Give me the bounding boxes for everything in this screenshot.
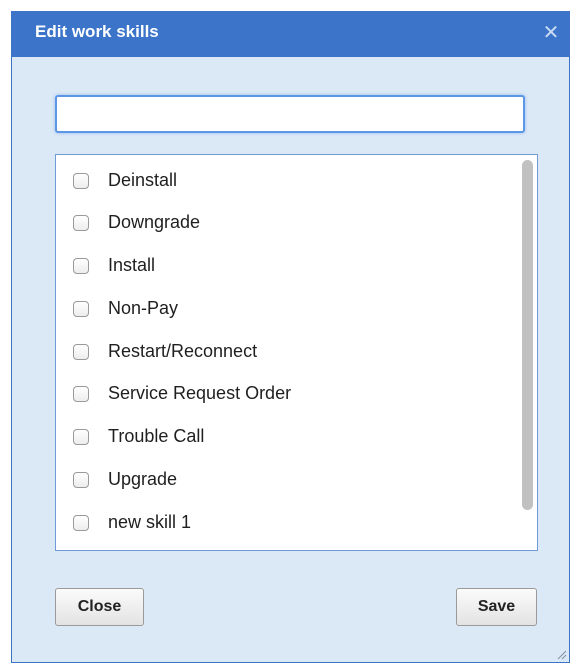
close-icon[interactable]: ✕ [541, 22, 561, 42]
save-button[interactable]: Save [456, 588, 537, 626]
resize-grip-icon[interactable] [555, 648, 567, 660]
dialog-titlebar[interactable]: Edit work skills ✕ [12, 12, 569, 57]
skill-checkbox[interactable] [73, 215, 89, 231]
skill-item-install[interactable]: Install [56, 252, 517, 282]
skill-checkbox[interactable] [73, 301, 89, 317]
skill-checkbox[interactable] [73, 173, 89, 189]
skill-label: Downgrade [108, 212, 201, 232]
dialog-title: Edit work skills [35, 22, 159, 41]
skill-label: new skill 1 [108, 512, 192, 532]
close-button[interactable]: Close [55, 588, 144, 626]
scrollbar-thumb[interactable] [522, 160, 533, 510]
skill-checkbox[interactable] [73, 258, 89, 274]
edit-work-skills-dialog: Edit work skills ✕ Deinstall Downgrade I… [11, 11, 570, 663]
list-scrollbar[interactable] [517, 155, 537, 550]
skill-label: Deinstall [108, 170, 178, 190]
skill-label: Upgrade [108, 469, 178, 489]
skill-item-new-skill-1[interactable]: new skill 1 [56, 509, 517, 539]
skill-checkbox[interactable] [73, 429, 89, 445]
skill-item-restart-reconnect[interactable]: Restart/Reconnect [56, 338, 517, 368]
skills-list: Deinstall Downgrade Install Non-Pay Rest… [55, 154, 538, 551]
skill-label: Install [108, 255, 156, 275]
skill-item-deinstall[interactable]: Deinstall [56, 167, 517, 197]
skill-checkbox[interactable] [73, 515, 89, 531]
skill-checkbox[interactable] [73, 344, 89, 360]
skills-list-items: Deinstall Downgrade Install Non-Pay Rest… [56, 155, 517, 550]
skill-checkbox[interactable] [73, 386, 89, 402]
skill-label: Trouble Call [108, 426, 205, 446]
skill-search-input[interactable] [55, 95, 525, 133]
skill-label: Restart/Reconnect [108, 341, 258, 361]
skill-item-service-request-order[interactable]: Service Request Order [56, 380, 517, 410]
skill-label: Non-Pay [108, 298, 179, 318]
skill-item-downgrade[interactable]: Downgrade [56, 209, 517, 239]
skill-item-trouble-call[interactable]: Trouble Call [56, 423, 517, 453]
skill-label: Service Request Order [108, 383, 292, 403]
skill-checkbox[interactable] [73, 472, 89, 488]
skill-item-upgrade[interactable]: Upgrade [56, 466, 517, 496]
skill-item-non-pay[interactable]: Non-Pay [56, 295, 517, 325]
